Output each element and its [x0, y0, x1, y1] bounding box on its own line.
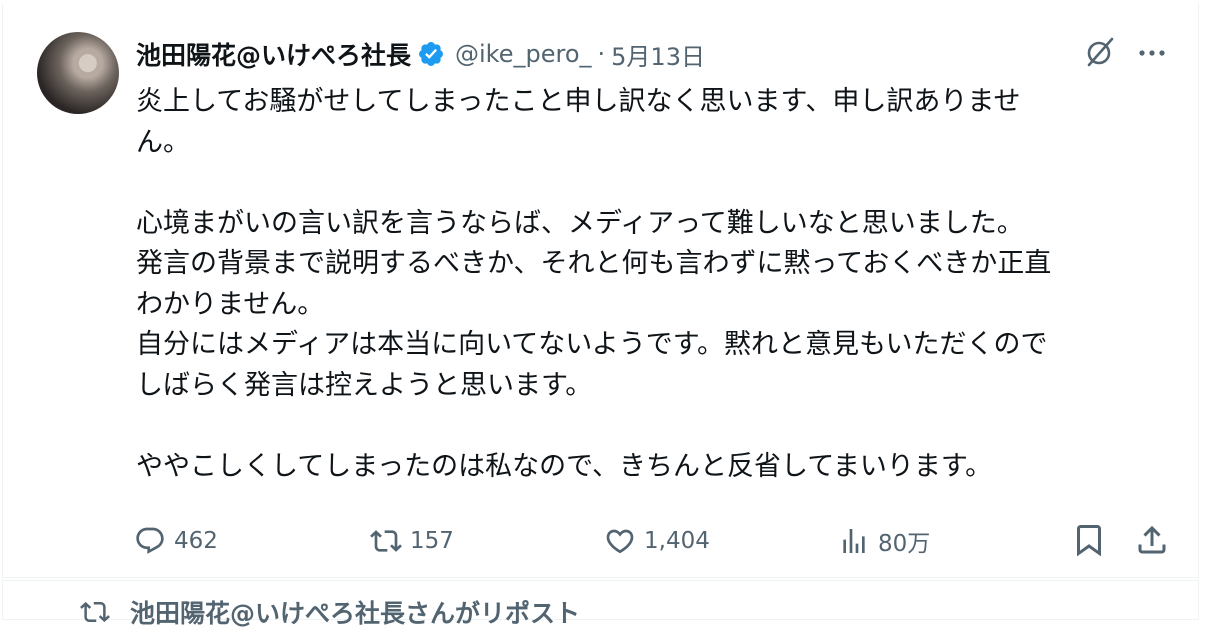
reply-count: 462 — [174, 528, 218, 554]
repost-label: 池田陽花@いけぺろ社長さんがリポスト — [130, 599, 581, 628]
like-count: 1,404 — [644, 528, 710, 554]
tweet-line-blank — [136, 406, 1166, 447]
repost-icon — [370, 530, 402, 552]
tweet-line: 心境まがいの言い訳を言うならば、メディアって難しいなと思いました。 — [136, 207, 1024, 239]
bookmark-icon[interactable] — [1071, 522, 1107, 558]
tweet-line: しばらく発言は控えようと思います。 — [136, 369, 593, 401]
avatar[interactable] — [37, 32, 119, 114]
tweet-line: ん。 — [136, 126, 190, 158]
like-button[interactable]: 1,404 — [604, 522, 710, 560]
more-icon[interactable] — [1136, 40, 1168, 66]
tweet-line: 自分にはメディアは本当に向いてないようです。黙れと意見もいただくので — [136, 329, 1048, 360]
tweet-header: 池田陽花@いけぺろ社長 @ike_pero_ · 5月13日 — [136, 35, 705, 73]
views-count: 80万 — [878, 531, 931, 557]
tweet-text: 炎上してお騒がせしてしまったこと申し訳なく思います、申し訳ありませ ん。 心境ま… — [136, 82, 1166, 487]
repost-button[interactable]: 157 — [370, 522, 454, 560]
tweet-line-blank — [136, 163, 1166, 204]
tweet-line: 炎上してお騒がせしてしまったこと申し訳なく思います、申し訳ありませ — [136, 86, 1021, 117]
views-icon — [843, 529, 865, 553]
repost-indicator[interactable]: 池田陽花@いけぺろ社長さんがリポスト — [80, 594, 580, 630]
like-icon — [606, 529, 634, 554]
views-button[interactable]: 80万 — [838, 522, 930, 560]
reply-button[interactable]: 462 — [134, 522, 218, 560]
handle[interactable]: @ike_pero_ — [455, 40, 592, 68]
verified-badge-icon[interactable] — [417, 40, 445, 68]
tweet-card[interactable]: 池田陽花@いけぺろ社長 @ike_pero_ · 5月13日 炎上してお騒がせし… — [2, 4, 1199, 578]
display-name[interactable]: 池田陽花@いけぺろ社長 — [136, 36, 411, 72]
tweet-line: ややこしくしてしまったのは私なので、きちんと反省してまいります。 — [136, 450, 993, 482]
repost-count: 157 — [410, 528, 454, 554]
share-icon[interactable] — [1134, 522, 1170, 558]
repost-icon — [80, 601, 110, 623]
tweet-date[interactable]: 5月13日 — [611, 37, 705, 72]
tweet-line: わかりません。 — [136, 288, 325, 320]
reply-icon — [136, 527, 164, 554]
separator-dot: · — [597, 40, 606, 68]
grok-icon[interactable] — [1083, 35, 1117, 69]
tweet-line: 発言の背景まで説明するべきか、それと何も言わずに黙っておくべきか正直 — [136, 248, 1052, 279]
